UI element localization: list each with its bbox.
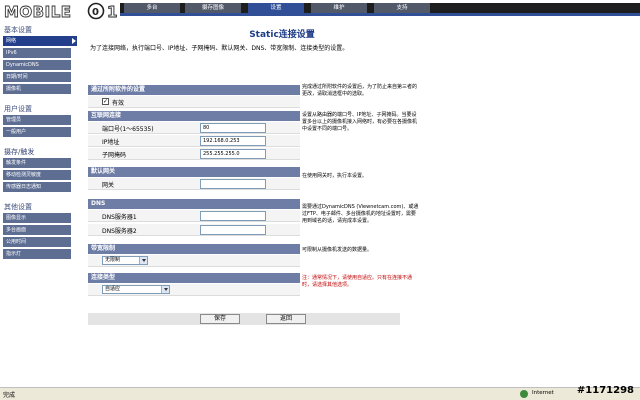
section-header-lan: 互联网连接 <box>88 111 300 121</box>
conn-type-row: 自适应 <box>88 284 300 296</box>
sidebar-item-image-display[interactable]: 图像显示 <box>3 213 71 223</box>
sidebar-item-multi-screen[interactable]: 多台画面 <box>3 225 71 235</box>
dns2-row: DNS服务器2 <box>88 224 300 236</box>
mask-label: 子网掩码 <box>102 152 127 159</box>
sidebar-item-label: 网络 <box>6 38 17 44</box>
mask-row: 子网掩码 255.255.255.0 <box>88 148 300 160</box>
section-header-dns: DNS <box>88 199 300 209</box>
software-enable-row: ✓ 有效 <box>88 96 300 108</box>
sidebar-item-motion-sensitivity[interactable]: 移动检测灵敏度 <box>3 170 71 180</box>
sidebar-item-indicator[interactable]: 指示灯 <box>3 249 71 259</box>
port-row: 端口号(1～65535) 80 <box>88 122 300 134</box>
sidebar-item-admin[interactable]: 管理员 <box>3 115 71 125</box>
section-header-gateway: 默认网关 <box>88 167 300 177</box>
ip-input[interactable]: 192.168.0.253 <box>200 136 266 146</box>
port-input[interactable]: 80 <box>200 123 266 133</box>
port-label: 端口号(1～65535) <box>102 126 154 133</box>
mask-input[interactable]: 255.255.255.0 <box>200 149 266 159</box>
main-content: Static连接设置 为了连接网络，执行端口号、IP地址、子网掩码、默认网关、D… <box>82 21 640 387</box>
globe-icon <box>520 390 528 398</box>
gateway-label: 网关 <box>102 182 115 189</box>
help-gateway: 在使用网关时，执行本设置。 <box>302 173 368 179</box>
sidebar-section-other: 其他设置 <box>4 203 32 211</box>
sidebar-section-user: 用户设置 <box>4 105 32 113</box>
software-enable-checkbox[interactable]: ✓ <box>102 98 109 105</box>
svg-text:MOBILE: MOBILE <box>4 3 72 20</box>
chevron-down-icon <box>161 286 169 293</box>
help-conn-type: 注：通常情况下，请使用自适应。只有在连接不通时，请选择其他选项。 <box>302 275 413 288</box>
ip-label: IP地址 <box>102 139 120 146</box>
settings-form: 通过所附软件的设置 ✓ 有效 互联网连接 端口号(1～65535) 80 IP地… <box>88 81 300 351</box>
bandwidth-row: 无限制 <box>88 255 300 267</box>
sidebar-item-trigger[interactable]: 触发条件 <box>3 158 71 168</box>
dns1-input[interactable] <box>200 211 266 221</box>
dns1-label: DNS服务器1 <box>102 214 137 221</box>
watermark: #1171298 <box>576 385 634 396</box>
mobile01-logo: MOBILE 0 1 <box>4 3 118 20</box>
help-lan: 设置从路由器的端口号、IP地址、子网掩码。当要设置多台以上的摄像机接入网络时，有… <box>302 112 418 132</box>
svg-text:0: 0 <box>92 7 99 18</box>
help-dns: 需要通过DynamicDNS (Viewnetcam.com)、或通过FTP、电… <box>302 204 419 224</box>
dns2-label: DNS服务器2 <box>102 228 137 235</box>
sidebar-item-ipv6[interactable]: IPv6 <box>3 48 71 58</box>
button-bar: 保存 返回 <box>88 313 400 325</box>
sidebar-item-dynamicdns[interactable]: DynamicDNS <box>3 60 71 70</box>
ip-row: IP地址 192.168.0.253 <box>88 135 300 147</box>
header: MOBILE 0 1 多台 摄存图像 设置 维护 支持 <box>0 0 640 21</box>
arrow-right-icon <box>72 38 76 44</box>
section-header-software: 通过所附软件的设置 <box>88 85 300 95</box>
chevron-down-icon <box>139 257 147 264</box>
tab-maintenance[interactable]: 维护 <box>311 3 367 13</box>
sidebar-item-camera[interactable]: 摄像机 <box>3 84 71 94</box>
tab-multi[interactable]: 多台 <box>124 3 180 13</box>
bandwidth-select-value: 无限制 <box>105 257 121 263</box>
sidebar-item-general-user[interactable]: 一般用户 <box>3 127 71 137</box>
sidebar-item-public-time[interactable]: 公用时间 <box>3 237 71 247</box>
gateway-input[interactable] <box>200 179 266 189</box>
bandwidth-select[interactable]: 无限制 <box>102 256 148 265</box>
top-nav: 多台 摄存图像 设置 维护 支持 <box>120 3 640 13</box>
gateway-row: 网关 <box>88 178 300 190</box>
page-title: Static连接设置 <box>249 30 315 40</box>
status-text: 完成 <box>3 392 16 399</box>
save-button[interactable]: 保存 <box>200 314 240 324</box>
tab-settings[interactable]: 设置 <box>248 3 304 13</box>
dns2-input[interactable] <box>200 225 266 235</box>
section-header-bandwidth: 带宽限制 <box>88 244 300 254</box>
help-software: 完成通过所附软件的设置后，为了防止来自第三者的更改，请取消选框中的选取。 <box>302 84 418 97</box>
sidebar-item-network[interactable]: 网络 <box>3 36 77 46</box>
zone-text: Internet <box>532 390 554 396</box>
section-header-conn-type: 连接类型 <box>88 273 300 283</box>
sidebar-section-recording: 摄存/触发 <box>4 148 35 156</box>
intro-text: 为了连接网络，执行端口号、IP地址、子网掩码、默认网关、DNS、带宽限制、连接类… <box>90 45 349 52</box>
sidebar-item-datetime[interactable]: 日期/时间 <box>3 72 71 82</box>
help-bandwidth: 可限制从摄像机发送的数据量。 <box>302 247 373 253</box>
software-enable-label: 有效 <box>112 100 125 107</box>
sidebar-item-sensor-log[interactable]: 传感器日志通知 <box>3 182 71 192</box>
tab-support[interactable]: 支持 <box>374 3 430 13</box>
sidebar: 基本设置 网络 IPv6 DynamicDNS 日期/时间 摄像机 用户设置 管… <box>0 21 80 387</box>
svg-text:1: 1 <box>107 3 117 20</box>
conn-type-select-value: 自适应 <box>105 286 121 292</box>
conn-type-select[interactable]: 自适应 <box>102 285 170 294</box>
tab-recorded-images[interactable]: 摄存图像 <box>185 3 241 13</box>
dns1-row: DNS服务器1 <box>88 210 300 222</box>
status-bar: 完成 Internet <box>0 387 640 400</box>
sidebar-section-basic: 基本设置 <box>4 26 32 34</box>
nav-underline <box>120 13 640 16</box>
back-button[interactable]: 返回 <box>266 314 306 324</box>
